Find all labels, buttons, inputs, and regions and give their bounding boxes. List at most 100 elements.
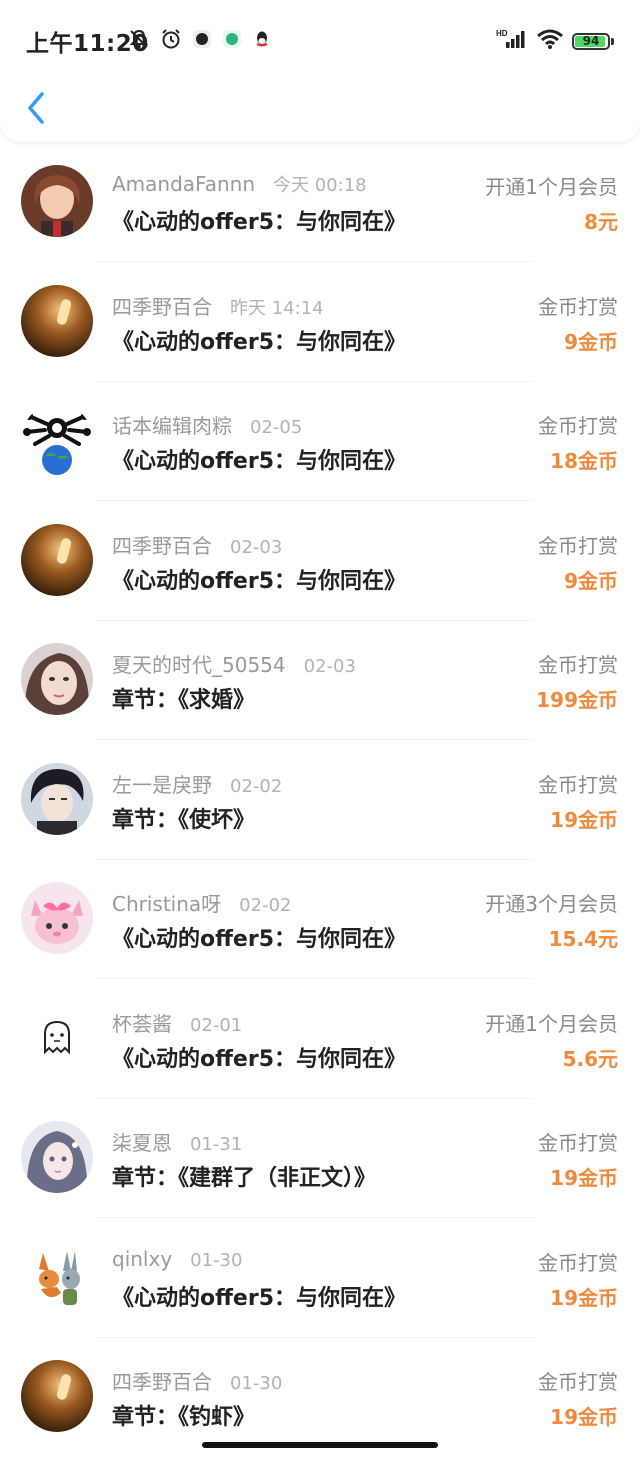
user-name[interactable]: Christina呀 bbox=[112, 888, 221, 917]
record-type: 金币打赏 bbox=[538, 1131, 618, 1155]
record-meta: qinlxy 01-30 bbox=[112, 1247, 242, 1271]
record-amount: 19金币 bbox=[550, 1166, 618, 1190]
list-item[interactable]: 四季野百合 02-03 《心动的offer5：与你同在》 金币打赏 9金币 bbox=[0, 501, 640, 621]
app-icon bbox=[192, 29, 212, 53]
record-time: 02-03 bbox=[230, 536, 283, 558]
record-type: 金币打赏 bbox=[538, 772, 618, 797]
app-icon bbox=[222, 29, 242, 53]
top-bar: 上午11:20 HD 94 bbox=[0, 0, 640, 142]
record-meta: Christina呀 02-02 bbox=[112, 888, 291, 917]
user-name[interactable]: 话本编辑肉粽 bbox=[112, 410, 232, 439]
record-time: 02-03 bbox=[303, 656, 356, 677]
user-name[interactable]: AmandaFannn bbox=[112, 172, 255, 196]
record-meta: 四季野百合 昨天 14:14 bbox=[112, 291, 324, 320]
record-time: 01-31 bbox=[190, 1134, 243, 1155]
record-title: 《心动的offer5：与你同在》 bbox=[112, 210, 407, 235]
avatar[interactable] bbox=[21, 1121, 93, 1193]
user-name[interactable]: qinlxy bbox=[112, 1247, 172, 1271]
avatar[interactable] bbox=[21, 404, 93, 476]
record-time: 01-30 bbox=[190, 1249, 243, 1271]
record-title: 章节：《求婚》 bbox=[112, 688, 256, 713]
record-amount: 9金币 bbox=[564, 329, 618, 354]
record-type: 金币打赏 bbox=[538, 533, 618, 558]
record-type: 开通3个月会员 bbox=[485, 892, 618, 916]
record-amount: 19金币 bbox=[550, 1405, 618, 1429]
record-time: 02-02 bbox=[230, 775, 283, 797]
record-type: 金币打赏 bbox=[538, 294, 618, 319]
record-meta: 杯荟酱 02-01 bbox=[112, 1008, 242, 1037]
record-amount: 19金币 bbox=[550, 807, 618, 832]
list-item[interactable]: 四季野百合 01-30 章节：《钓虾》 金币打赏 19金币 bbox=[0, 1337, 640, 1457]
record-meta: 四季野百合 01-30 bbox=[112, 1366, 282, 1395]
record-meta: 夏天的时代_50554 02-03 bbox=[112, 649, 356, 678]
user-name[interactable]: 四季野百合 bbox=[112, 1366, 212, 1395]
back-button[interactable] bbox=[18, 88, 54, 128]
record-title: 《心动的offer5：与你同在》 bbox=[112, 1285, 407, 1311]
avatar[interactable] bbox=[21, 165, 93, 237]
user-name[interactable]: 四季野百合 bbox=[112, 291, 212, 320]
record-type: 开通1个月会员 bbox=[485, 1011, 618, 1036]
avatar[interactable] bbox=[21, 762, 93, 835]
svg-text:HD: HD bbox=[496, 29, 508, 38]
home-indicator[interactable] bbox=[202, 1442, 438, 1448]
avatar[interactable] bbox=[21, 643, 93, 715]
record-meta: 左一是戾野 02-02 bbox=[112, 769, 282, 798]
record-type: 金币打赏 bbox=[538, 414, 618, 438]
wifi-icon bbox=[536, 28, 564, 54]
user-name[interactable]: 杯荟酱 bbox=[112, 1008, 172, 1037]
record-amount: 18金币 bbox=[550, 449, 618, 473]
record-time: 今天 00:18 bbox=[273, 175, 367, 196]
user-name[interactable]: 四季野百合 bbox=[112, 530, 212, 559]
avatar[interactable] bbox=[21, 284, 93, 357]
status-icons-left bbox=[128, 28, 272, 54]
qq-icon bbox=[252, 29, 272, 53]
record-time: 昨天 14:14 bbox=[230, 297, 324, 319]
record-title: 章节：《建群了（非正文）》 bbox=[112, 1166, 377, 1191]
record-amount: 8元 bbox=[584, 210, 618, 234]
record-title: 章节：《使坏》 bbox=[112, 807, 256, 833]
record-time: 02-05 bbox=[250, 417, 303, 438]
record-title: 《心动的offer5：与你同在》 bbox=[112, 568, 407, 594]
user-name[interactable]: 左一是戾野 bbox=[112, 769, 212, 798]
avatar[interactable] bbox=[21, 523, 93, 596]
record-time: 01-30 bbox=[230, 1373, 283, 1394]
status-icons-right: HD 94 bbox=[496, 28, 614, 54]
mute-icon bbox=[128, 28, 150, 54]
list-item[interactable]: 话本编辑肉粽 02-05 《心动的offer5：与你同在》 金币打赏 18金币 bbox=[0, 381, 640, 501]
list-item[interactable]: Christina呀 02-02 《心动的offer5：与你同在》 开通3个月会… bbox=[0, 859, 640, 979]
list-item[interactable]: 夏天的时代_50554 02-03 章节：《求婚》 金币打赏 199金币 bbox=[0, 620, 640, 740]
avatar[interactable] bbox=[21, 882, 93, 954]
record-title: 《心动的offer5：与你同在》 bbox=[112, 1046, 407, 1072]
avatar[interactable] bbox=[21, 1001, 93, 1074]
record-amount: 15.4元 bbox=[548, 927, 618, 951]
battery-level: 94 bbox=[582, 33, 600, 48]
list-item[interactable]: 杯荟酱 02-01 《心动的offer5：与你同在》 开通1个月会员 5.6元 bbox=[0, 979, 640, 1099]
status-bar: 上午11:20 HD 94 bbox=[0, 0, 640, 80]
user-name[interactable]: 夏天的时代_50554 bbox=[112, 649, 286, 678]
chevron-left-icon bbox=[28, 92, 44, 124]
record-meta: AmandaFannn 今天 00:18 bbox=[112, 171, 367, 197]
list-item[interactable]: 柒夏恩 01-31 章节：《建群了（非正文）》 金币打赏 19金币 bbox=[0, 1098, 640, 1218]
list-item[interactable]: 左一是戾野 02-02 章节：《使坏》 金币打赏 19金币 bbox=[0, 740, 640, 860]
avatar[interactable] bbox=[21, 1360, 93, 1432]
battery-icon: 94 bbox=[572, 32, 614, 50]
record-amount: 199金币 bbox=[536, 688, 618, 712]
record-title: 《心动的offer5：与你同在》 bbox=[112, 329, 407, 355]
record-type: 金币打赏 bbox=[538, 1250, 618, 1275]
user-name[interactable]: 柒夏恩 bbox=[112, 1127, 172, 1156]
record-time: 02-02 bbox=[239, 895, 292, 916]
record-type: 金币打赏 bbox=[538, 1370, 618, 1394]
list-item[interactable]: AmandaFannn 今天 00:18 《心动的offer5：与你同在》 开通… bbox=[0, 142, 640, 262]
record-amount: 5.6元 bbox=[562, 1046, 618, 1071]
list-item[interactable]: 四季野百合 昨天 14:14 《心动的offer5：与你同在》 金币打赏 9金币 bbox=[0, 262, 640, 382]
income-list: AmandaFannn 今天 00:18 《心动的offer5：与你同在》 开通… bbox=[0, 142, 640, 1457]
record-time: 02-01 bbox=[190, 1014, 243, 1036]
record-type: 开通1个月会员 bbox=[485, 175, 618, 199]
record-meta: 四季野百合 02-03 bbox=[112, 530, 282, 559]
list-item[interactable]: qinlxy 01-30 《心动的offer5：与你同在》 金币打赏 19金币 bbox=[0, 1218, 640, 1338]
record-meta: 柒夏恩 01-31 bbox=[112, 1127, 242, 1156]
alarm-icon bbox=[160, 28, 182, 54]
record-title: 章节：《钓虾》 bbox=[112, 1405, 256, 1430]
record-amount: 9金币 bbox=[564, 568, 618, 593]
avatar[interactable] bbox=[21, 1240, 93, 1313]
